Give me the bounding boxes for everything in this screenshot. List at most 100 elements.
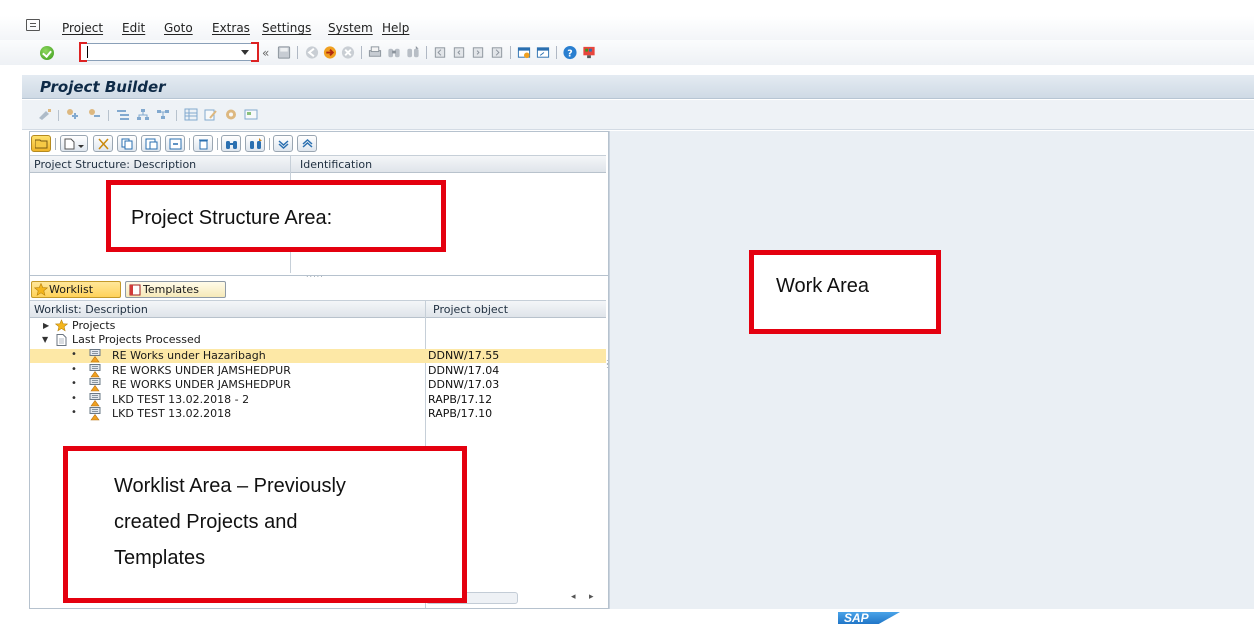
menu-bar: Project Edit Goto Extras Settings System… <box>0 16 1254 40</box>
expand-triangle-icon[interactable]: ▶ <box>43 319 49 333</box>
hierarchy-icon[interactable] <box>116 108 130 121</box>
table-row[interactable]: • RE WORKS UNDER JAMSHEDPUR DDNW/17.04 <box>30 363 606 378</box>
callout-project-structure-area: Project Structure Area: <box>106 180 446 252</box>
folder-icon <box>35 139 48 149</box>
tree-bullet: • <box>71 363 77 375</box>
cancel-icon[interactable] <box>340 45 356 60</box>
copy-button[interactable] <box>117 135 137 152</box>
table-row[interactable]: • LKD TEST 13.02.2018 RAPB/17.10 <box>30 407 606 421</box>
tree-bullet: • <box>71 378 77 389</box>
tree-bullet: • <box>71 407 77 418</box>
tab-worklist[interactable]: Worklist <box>31 281 121 298</box>
print-icon[interactable] <box>367 45 383 60</box>
row-project-object: DDNW/17.04 <box>428 363 500 377</box>
create-button[interactable] <box>60 135 88 152</box>
template-book-icon <box>129 284 141 296</box>
enter-check-icon[interactable] <box>40 46 54 60</box>
table-row[interactable]: • LKD TEST 13.02.2018 - 2 RAPB/17.12 <box>30 392 606 407</box>
find-button[interactable] <box>221 135 241 152</box>
tab-templates[interactable]: Templates <box>125 281 226 298</box>
customize-layout-icon[interactable] <box>581 45 597 60</box>
splitter-grip[interactable]: ..... <box>306 270 324 279</box>
binoculars-icon <box>226 141 237 149</box>
cut-button[interactable] <box>93 135 113 152</box>
row-description: RE Works under Hazaribagh <box>112 349 266 362</box>
toolbar-separator <box>108 110 109 121</box>
callout-text: Project Structure Area: <box>131 207 333 229</box>
collapse-triangle-icon[interactable]: ▼ <box>42 333 48 347</box>
menu-help[interactable]: Help <box>382 21 409 35</box>
structure-graphic-icon[interactable] <box>136 108 150 121</box>
column-header-project-object[interactable]: Project object <box>433 303 508 316</box>
project-definition-icon <box>89 363 101 377</box>
row-project-object: RAPB/17.12 <box>428 392 493 406</box>
paste-button[interactable] <box>141 135 161 152</box>
callout-line: Worklist Area – Previously <box>114 475 346 497</box>
callout-line: created Projects and <box>114 511 298 533</box>
exit-icon[interactable] <box>322 45 338 60</box>
system-toolbar: « ? <box>0 40 1254 65</box>
menu-system[interactable]: System <box>328 21 373 35</box>
toolbar-separator <box>217 138 218 150</box>
work-area <box>609 131 1254 609</box>
menu-settings[interactable]: Settings <box>262 21 311 35</box>
network-graphic-icon[interactable] <box>156 108 170 121</box>
open-folder-button[interactable] <box>31 135 51 152</box>
create-session-icon[interactable] <box>516 45 532 60</box>
project-definition-icon <box>89 378 101 392</box>
structure-table-header: Project Structure: Description Identific… <box>30 155 606 173</box>
settings-icon[interactable] <box>224 108 238 121</box>
dropdown-arrow-icon <box>78 145 84 148</box>
scroll-left-icon[interactable]: ◂ <box>571 592 576 602</box>
column-header-identification[interactable]: Identification <box>300 158 372 171</box>
undo-button[interactable] <box>165 135 185 152</box>
open-icon[interactable] <box>66 108 80 121</box>
menu-goto[interactable]: Goto <box>164 21 193 35</box>
delete-button[interactable] <box>193 135 213 152</box>
table-view-icon[interactable] <box>184 108 198 121</box>
tab-templates-label: Templates <box>143 283 199 296</box>
mass-change-icon[interactable] <box>204 108 218 121</box>
help-icon[interactable]: ? <box>562 45 578 60</box>
shortcut-icon[interactable] <box>535 45 551 60</box>
save-icon[interactable] <box>276 45 292 60</box>
tree-node-projects[interactable]: ▶ Projects <box>30 319 606 333</box>
command-field-highlight <box>79 42 259 62</box>
toolbar-separator <box>361 46 362 59</box>
collapse-button[interactable] <box>297 135 317 152</box>
table-row[interactable]: • RE Works under Hazaribagh DDNW/17.55 <box>30 349 606 363</box>
menu-icon[interactable] <box>26 19 40 31</box>
find-icon[interactable] <box>386 45 402 60</box>
scissors-icon <box>98 138 109 150</box>
display-change-icon[interactable] <box>38 108 52 121</box>
first-page-icon[interactable] <box>432 45 448 60</box>
column-header-description[interactable]: Project Structure: Description <box>34 158 196 171</box>
menu-edit[interactable]: Edit <box>122 21 145 35</box>
toolbar-separator <box>297 46 298 59</box>
menu-project[interactable]: Project <box>62 21 103 35</box>
callout-line: Templates <box>114 547 206 569</box>
find-next-icon[interactable] <box>405 45 421 60</box>
menu-extras[interactable]: Extras <box>212 21 250 35</box>
find-next-button[interactable] <box>245 135 265 152</box>
options-icon[interactable] <box>244 108 258 121</box>
copy-icon <box>121 138 133 150</box>
column-divider <box>290 156 291 173</box>
next-page-icon[interactable] <box>470 45 486 60</box>
close-project-icon[interactable] <box>88 108 102 121</box>
column-header-worklist-description[interactable]: Worklist: Description <box>34 303 148 316</box>
title-bar <box>22 75 1254 99</box>
worklist-table-header: Worklist: Description Project object <box>30 300 606 318</box>
table-row[interactable]: • RE WORKS UNDER JAMSHEDPUR DDNW/17.03 <box>30 378 606 392</box>
collapse-chevron-icon[interactable]: « <box>262 46 269 60</box>
vertical-splitter-grip[interactable]: :: <box>606 358 609 370</box>
tree-node-label: Last Projects Processed <box>72 333 201 346</box>
last-page-icon[interactable] <box>489 45 505 60</box>
previous-page-icon[interactable] <box>451 45 467 60</box>
expand-button[interactable] <box>273 135 293 152</box>
tree-node-last-projects[interactable]: ▼ Last Projects Processed <box>30 333 606 347</box>
project-definition-icon <box>89 407 101 421</box>
back-icon[interactable] <box>304 45 320 60</box>
project-definition-icon <box>89 349 101 363</box>
scroll-right-icon[interactable]: ▸ <box>589 592 594 602</box>
